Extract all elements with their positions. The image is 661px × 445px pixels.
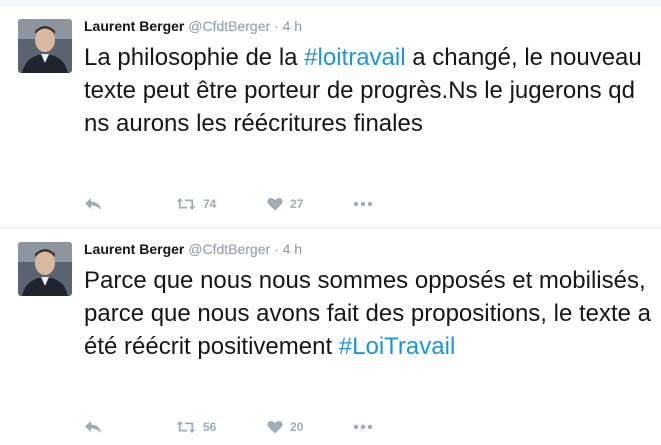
author-handle[interactable]: @CfdtBerger	[188, 241, 270, 257]
timestamp[interactable]: 4 h	[283, 241, 302, 257]
tweet-text: La philosophie de la #loitravail a chang…	[84, 41, 654, 140]
like-button[interactable]: 20	[267, 418, 303, 436]
tweet-text: Parce que nous nous sommes opposés et mo…	[84, 264, 654, 363]
like-count: 20	[290, 420, 304, 434]
tweet-2[interactable]: Laurent Berger @CfdtBerger · 4 h Parce q…	[0, 229, 661, 445]
retweet-button[interactable]: 56	[176, 418, 216, 436]
separator: ·	[274, 18, 279, 34]
heart-icon	[267, 197, 283, 211]
retweet-icon	[176, 421, 196, 433]
hashtag-link[interactable]: #LoiTravail	[339, 333, 456, 360]
tweet-header: Laurent Berger @CfdtBerger · 4 h	[84, 241, 302, 257]
reply-button[interactable]	[84, 195, 102, 213]
heart-icon	[267, 420, 283, 434]
tweet-header: Laurent Berger @CfdtBerger · 4 h	[84, 18, 302, 34]
tweet-text-before: La philosophie de la	[84, 44, 305, 71]
like-count: 27	[290, 197, 304, 211]
tweet-1[interactable]: Laurent Berger @CfdtBerger · 4 h La phil…	[0, 6, 661, 228]
tweet-actions: 56 20	[84, 418, 404, 436]
tweet-actions: 74 27	[84, 195, 404, 213]
more-icon	[353, 201, 373, 207]
retweet-button[interactable]: 74	[176, 195, 216, 213]
retweet-count: 74	[203, 197, 217, 211]
reply-icon	[85, 198, 101, 210]
author-handle[interactable]: @CfdtBerger	[188, 18, 270, 34]
retweet-count: 56	[203, 420, 217, 434]
avatar[interactable]	[18, 19, 72, 73]
retweet-icon	[176, 198, 196, 210]
more-icon	[353, 424, 373, 430]
like-button[interactable]: 27	[267, 195, 303, 213]
more-button[interactable]	[353, 418, 373, 436]
author-name[interactable]: Laurent Berger	[84, 18, 184, 34]
timestamp[interactable]: 4 h	[283, 18, 302, 34]
reply-button[interactable]	[84, 418, 102, 436]
avatar[interactable]	[18, 242, 72, 296]
separator: ·	[274, 241, 279, 257]
author-name[interactable]: Laurent Berger	[84, 241, 184, 257]
more-button[interactable]	[353, 195, 373, 213]
hashtag-link[interactable]: #loitravail	[304, 44, 405, 71]
reply-icon	[85, 421, 101, 433]
